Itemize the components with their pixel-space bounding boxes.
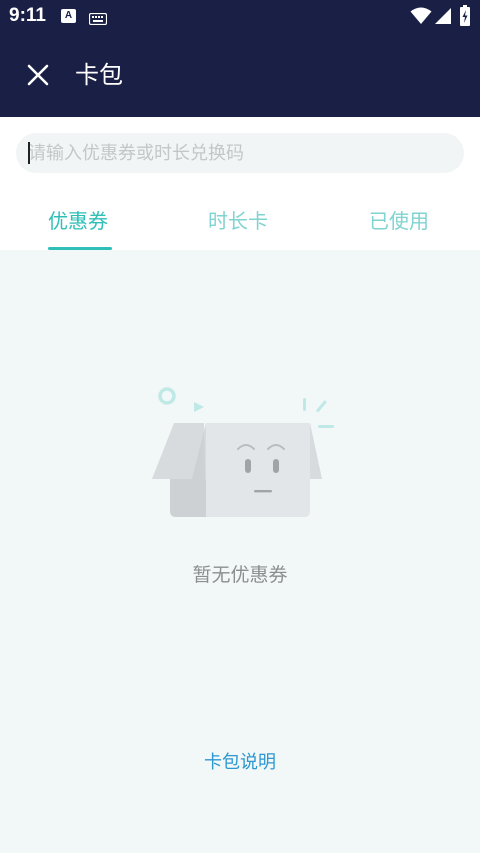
app-bar: 卡包 (0, 34, 480, 117)
status-bar: 9:11 A (0, 0, 480, 34)
battery-icon (459, 5, 471, 31)
notification-a-icon: A (61, 9, 76, 23)
top-panel: 优惠券 时长卡 已使用 (0, 117, 480, 250)
card-pack-help-link[interactable]: 卡包说明 (0, 748, 480, 774)
tab-bar: 优惠券 时长卡 已使用 (0, 189, 480, 250)
close-button[interactable] (20, 57, 56, 93)
tab-time-cards[interactable]: 时长卡 (208, 205, 268, 234)
tab-coupons[interactable]: 优惠券 (48, 205, 108, 234)
keyboard-icon (88, 10, 108, 29)
redeem-code-input[interactable] (28, 133, 448, 173)
search-box[interactable] (16, 133, 464, 173)
empty-state-text: 暂无优惠券 (192, 564, 288, 586)
signal-icon (434, 7, 452, 29)
status-time: 9:11 (9, 5, 46, 26)
wifi-icon (410, 7, 432, 29)
empty-box-icon (150, 383, 340, 527)
close-icon (27, 64, 49, 86)
text-cursor (28, 142, 30, 164)
active-tab-indicator (48, 247, 112, 250)
page-title: 卡包 (75, 61, 123, 89)
tab-used[interactable]: 已使用 (369, 205, 429, 234)
